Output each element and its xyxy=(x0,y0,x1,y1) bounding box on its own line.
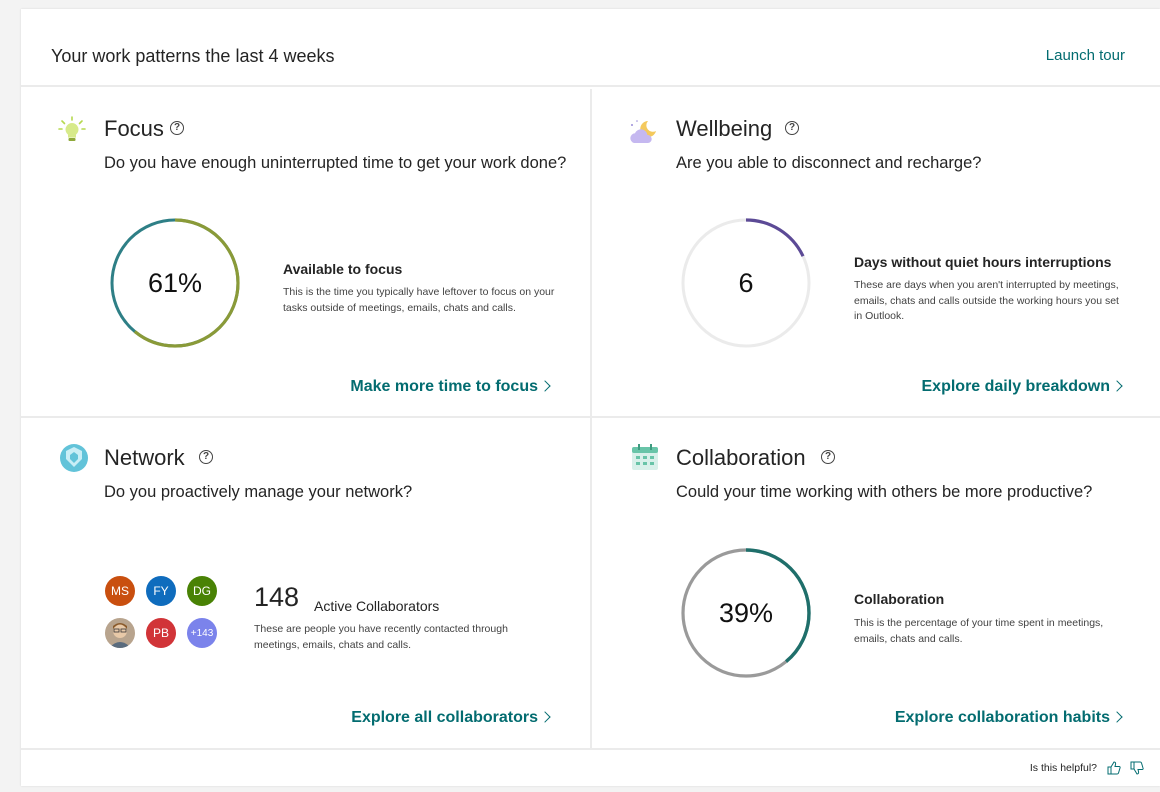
make-more-time-link[interactable]: Make more time to focus xyxy=(350,378,551,396)
help-circle-icon[interactable]: ? xyxy=(821,450,835,464)
lightbulb-icon xyxy=(58,116,86,141)
wellbeing-value: 6 xyxy=(738,267,754,298)
collaboration-stat-title: Collaboration xyxy=(854,591,945,607)
collaboration-section: Collaboration ? Could your time working … xyxy=(592,418,1160,748)
avatar-overflow-count: +143 xyxy=(190,627,214,639)
explore-collaborators-link[interactable]: Explore all collaborators xyxy=(351,709,551,727)
avatar-fy[interactable]: FY xyxy=(146,576,176,606)
moon-cloud-icon xyxy=(630,120,656,143)
explore-collaboration-habits-link[interactable]: Explore collaboration habits xyxy=(894,709,1123,727)
avatar-overflow[interactable]: +143 xyxy=(187,618,217,648)
avatar-initials: FY xyxy=(153,584,169,598)
avatar-pb[interactable]: PB xyxy=(146,618,176,648)
avatar-initials: PB xyxy=(152,626,169,640)
card-header: Your work patterns the last 4 weeks Laun… xyxy=(21,9,1160,87)
wellbeing-question: Are you able to disconnect and recharge? xyxy=(676,154,982,172)
collaborator-count-label: Active Collaborators xyxy=(314,598,440,614)
chevron-right-icon xyxy=(1111,711,1123,723)
explore-daily-link[interactable]: Explore daily breakdown xyxy=(921,378,1123,396)
focus-stat-desc: This is the time you typically have left… xyxy=(283,286,555,314)
network-stat-desc: These are people you have recently conta… xyxy=(254,623,508,651)
collaboration-value: 39% xyxy=(718,597,774,628)
avatar-ms[interactable]: MS xyxy=(105,576,135,606)
avatar-dg[interactable]: DG xyxy=(187,576,217,606)
wellbeing-stat-desc: These are days when you aren't interrupt… xyxy=(854,279,1119,322)
collaborator-count: 148 xyxy=(254,582,300,612)
help-circle-icon[interactable]: ? xyxy=(199,450,213,464)
wellbeing-section: Wellbeing ? Are you able to disconnect a… xyxy=(592,89,1160,418)
explore-collaborators-label: Explore all collaborators xyxy=(351,709,538,726)
launch-tour-link[interactable]: Launch tour xyxy=(1046,47,1125,64)
card-footer: Is this helpful? xyxy=(21,748,1160,786)
focus-section: Focus ? Do you have enough uninterrupted… xyxy=(21,89,592,418)
chevron-right-icon xyxy=(539,711,551,723)
page-title: Your work patterns the last 4 weeks xyxy=(51,46,335,66)
globe-icon xyxy=(60,444,88,472)
helpful-prompt: Is this helpful? xyxy=(1029,762,1097,774)
collaboration-question: Could your time working with others be m… xyxy=(676,483,1093,501)
wellbeing-stat-title: Days without quiet hours interruptions xyxy=(854,254,1112,270)
avatar-initials: MS xyxy=(111,584,129,598)
network-title: Network xyxy=(104,445,185,470)
chevron-right-icon xyxy=(539,380,551,392)
help-circle-icon[interactable]: ? xyxy=(170,121,184,135)
wellbeing-title: Wellbeing xyxy=(676,116,773,141)
focus-ring: 61% xyxy=(109,217,241,349)
thumbs-up-icon[interactable] xyxy=(1106,760,1122,776)
focus-value: 61% xyxy=(147,267,203,298)
calendar-icon xyxy=(632,444,658,470)
collaboration-stat-desc: This is the percentage of your time spen… xyxy=(854,617,1104,645)
network-section: Network ? Do you proactively manage your… xyxy=(21,418,592,748)
make-more-time-label: Make more time to focus xyxy=(350,378,538,395)
focus-question: Do you have enough uninterrupted time to… xyxy=(104,154,567,172)
focus-stat-title: Available to focus xyxy=(283,261,403,277)
collaboration-title: Collaboration xyxy=(676,445,806,470)
person-photo-icon xyxy=(105,618,135,648)
explore-collaboration-habits-label: Explore collaboration habits xyxy=(894,709,1110,726)
chevron-right-icon xyxy=(1111,380,1123,392)
collaboration-ring: 39% xyxy=(680,547,812,679)
focus-title: Focus xyxy=(104,116,164,141)
work-patterns-card: Your work patterns the last 4 weeks Laun… xyxy=(21,9,1160,786)
avatar-photo[interactable] xyxy=(105,618,135,648)
avatar-initials: DG xyxy=(193,584,211,598)
wellbeing-ring: 6 xyxy=(680,217,812,349)
thumbs-down-icon[interactable] xyxy=(1129,760,1145,776)
explore-daily-label: Explore daily breakdown xyxy=(921,378,1111,395)
network-question: Do you proactively manage your network? xyxy=(104,483,413,501)
help-circle-icon[interactable]: ? xyxy=(785,121,799,135)
